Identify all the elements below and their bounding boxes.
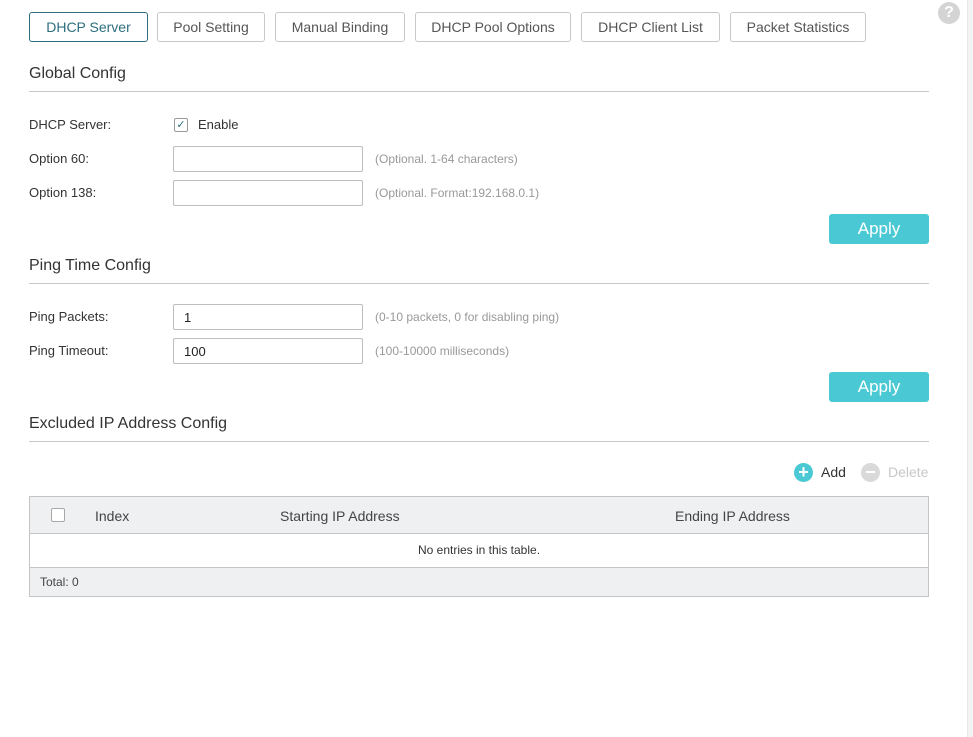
- ping-timeout-hint: (100-10000 milliseconds): [375, 344, 510, 358]
- empty-table-message: No entries in this table.: [417, 543, 541, 557]
- total-count: Total: 0: [40, 575, 79, 589]
- select-all-checkbox[interactable]: [51, 508, 65, 522]
- tab-dhcp-pool-options[interactable]: DHCP Pool Options: [415, 12, 571, 42]
- excluded-config-title: Excluded IP Address Config: [29, 415, 228, 432]
- ping-timeout-input[interactable]: [173, 338, 363, 364]
- ping-apply-button[interactable]: Apply: [829, 372, 929, 402]
- ping-timeout-label: Ping Timeout:: [29, 343, 109, 358]
- add-button[interactable]: + Add: [794, 462, 846, 482]
- plus-circle-icon: +: [794, 462, 813, 482]
- tab-packet-statistics[interactable]: Packet Statistics: [730, 12, 866, 42]
- ping-packets-hint: (0-10 packets, 0 for disabling ping): [375, 310, 560, 324]
- excluded-ip-table: Index Starting IP Address Ending IP Addr…: [29, 496, 929, 597]
- option138-hint: (Optional. Format:192.168.0.1): [375, 186, 540, 200]
- delete-button[interactable]: − Delete: [861, 462, 928, 482]
- table-footer: Total: 0: [30, 567, 928, 596]
- column-header-index[interactable]: Index: [95, 508, 129, 524]
- ping-config-title: Ping Time Config: [29, 257, 151, 274]
- add-label: Add: [821, 464, 846, 480]
- divider: [29, 91, 929, 92]
- global-apply-button[interactable]: Apply: [829, 214, 929, 244]
- help-icon[interactable]: ?: [938, 2, 960, 24]
- global-config-title: Global Config: [29, 65, 126, 82]
- tab-manual-binding[interactable]: Manual Binding: [275, 12, 405, 42]
- divider: [29, 283, 929, 284]
- option138-input[interactable]: [173, 180, 363, 206]
- option60-hint: (Optional. 1-64 characters): [375, 152, 518, 166]
- option60-input[interactable]: [173, 146, 363, 172]
- enable-label[interactable]: Enable: [198, 117, 238, 132]
- enable-checkbox[interactable]: ✓: [174, 118, 188, 132]
- minus-circle-icon: −: [861, 462, 880, 482]
- table-header: Index Starting IP Address Ending IP Addr…: [30, 497, 928, 534]
- tab-dhcp-client-list[interactable]: DHCP Client List: [581, 12, 720, 42]
- dhcp-server-label: DHCP Server:: [29, 117, 112, 132]
- delete-label: Delete: [888, 464, 929, 480]
- divider: [29, 441, 929, 442]
- scrollbar-track[interactable]: [967, 0, 973, 737]
- tab-pool-setting[interactable]: Pool Setting: [157, 12, 265, 42]
- ping-packets-input[interactable]: [173, 304, 363, 330]
- option60-label: Option 60:: [29, 151, 89, 166]
- tab-dhcp-server[interactable]: DHCP Server: [29, 12, 148, 42]
- option138-label: Option 138:: [29, 185, 97, 200]
- column-header-starting-ip[interactable]: Starting IP Address: [280, 508, 400, 524]
- column-header-ending-ip[interactable]: Ending IP Address: [675, 508, 790, 524]
- ping-packets-label: Ping Packets:: [29, 309, 109, 324]
